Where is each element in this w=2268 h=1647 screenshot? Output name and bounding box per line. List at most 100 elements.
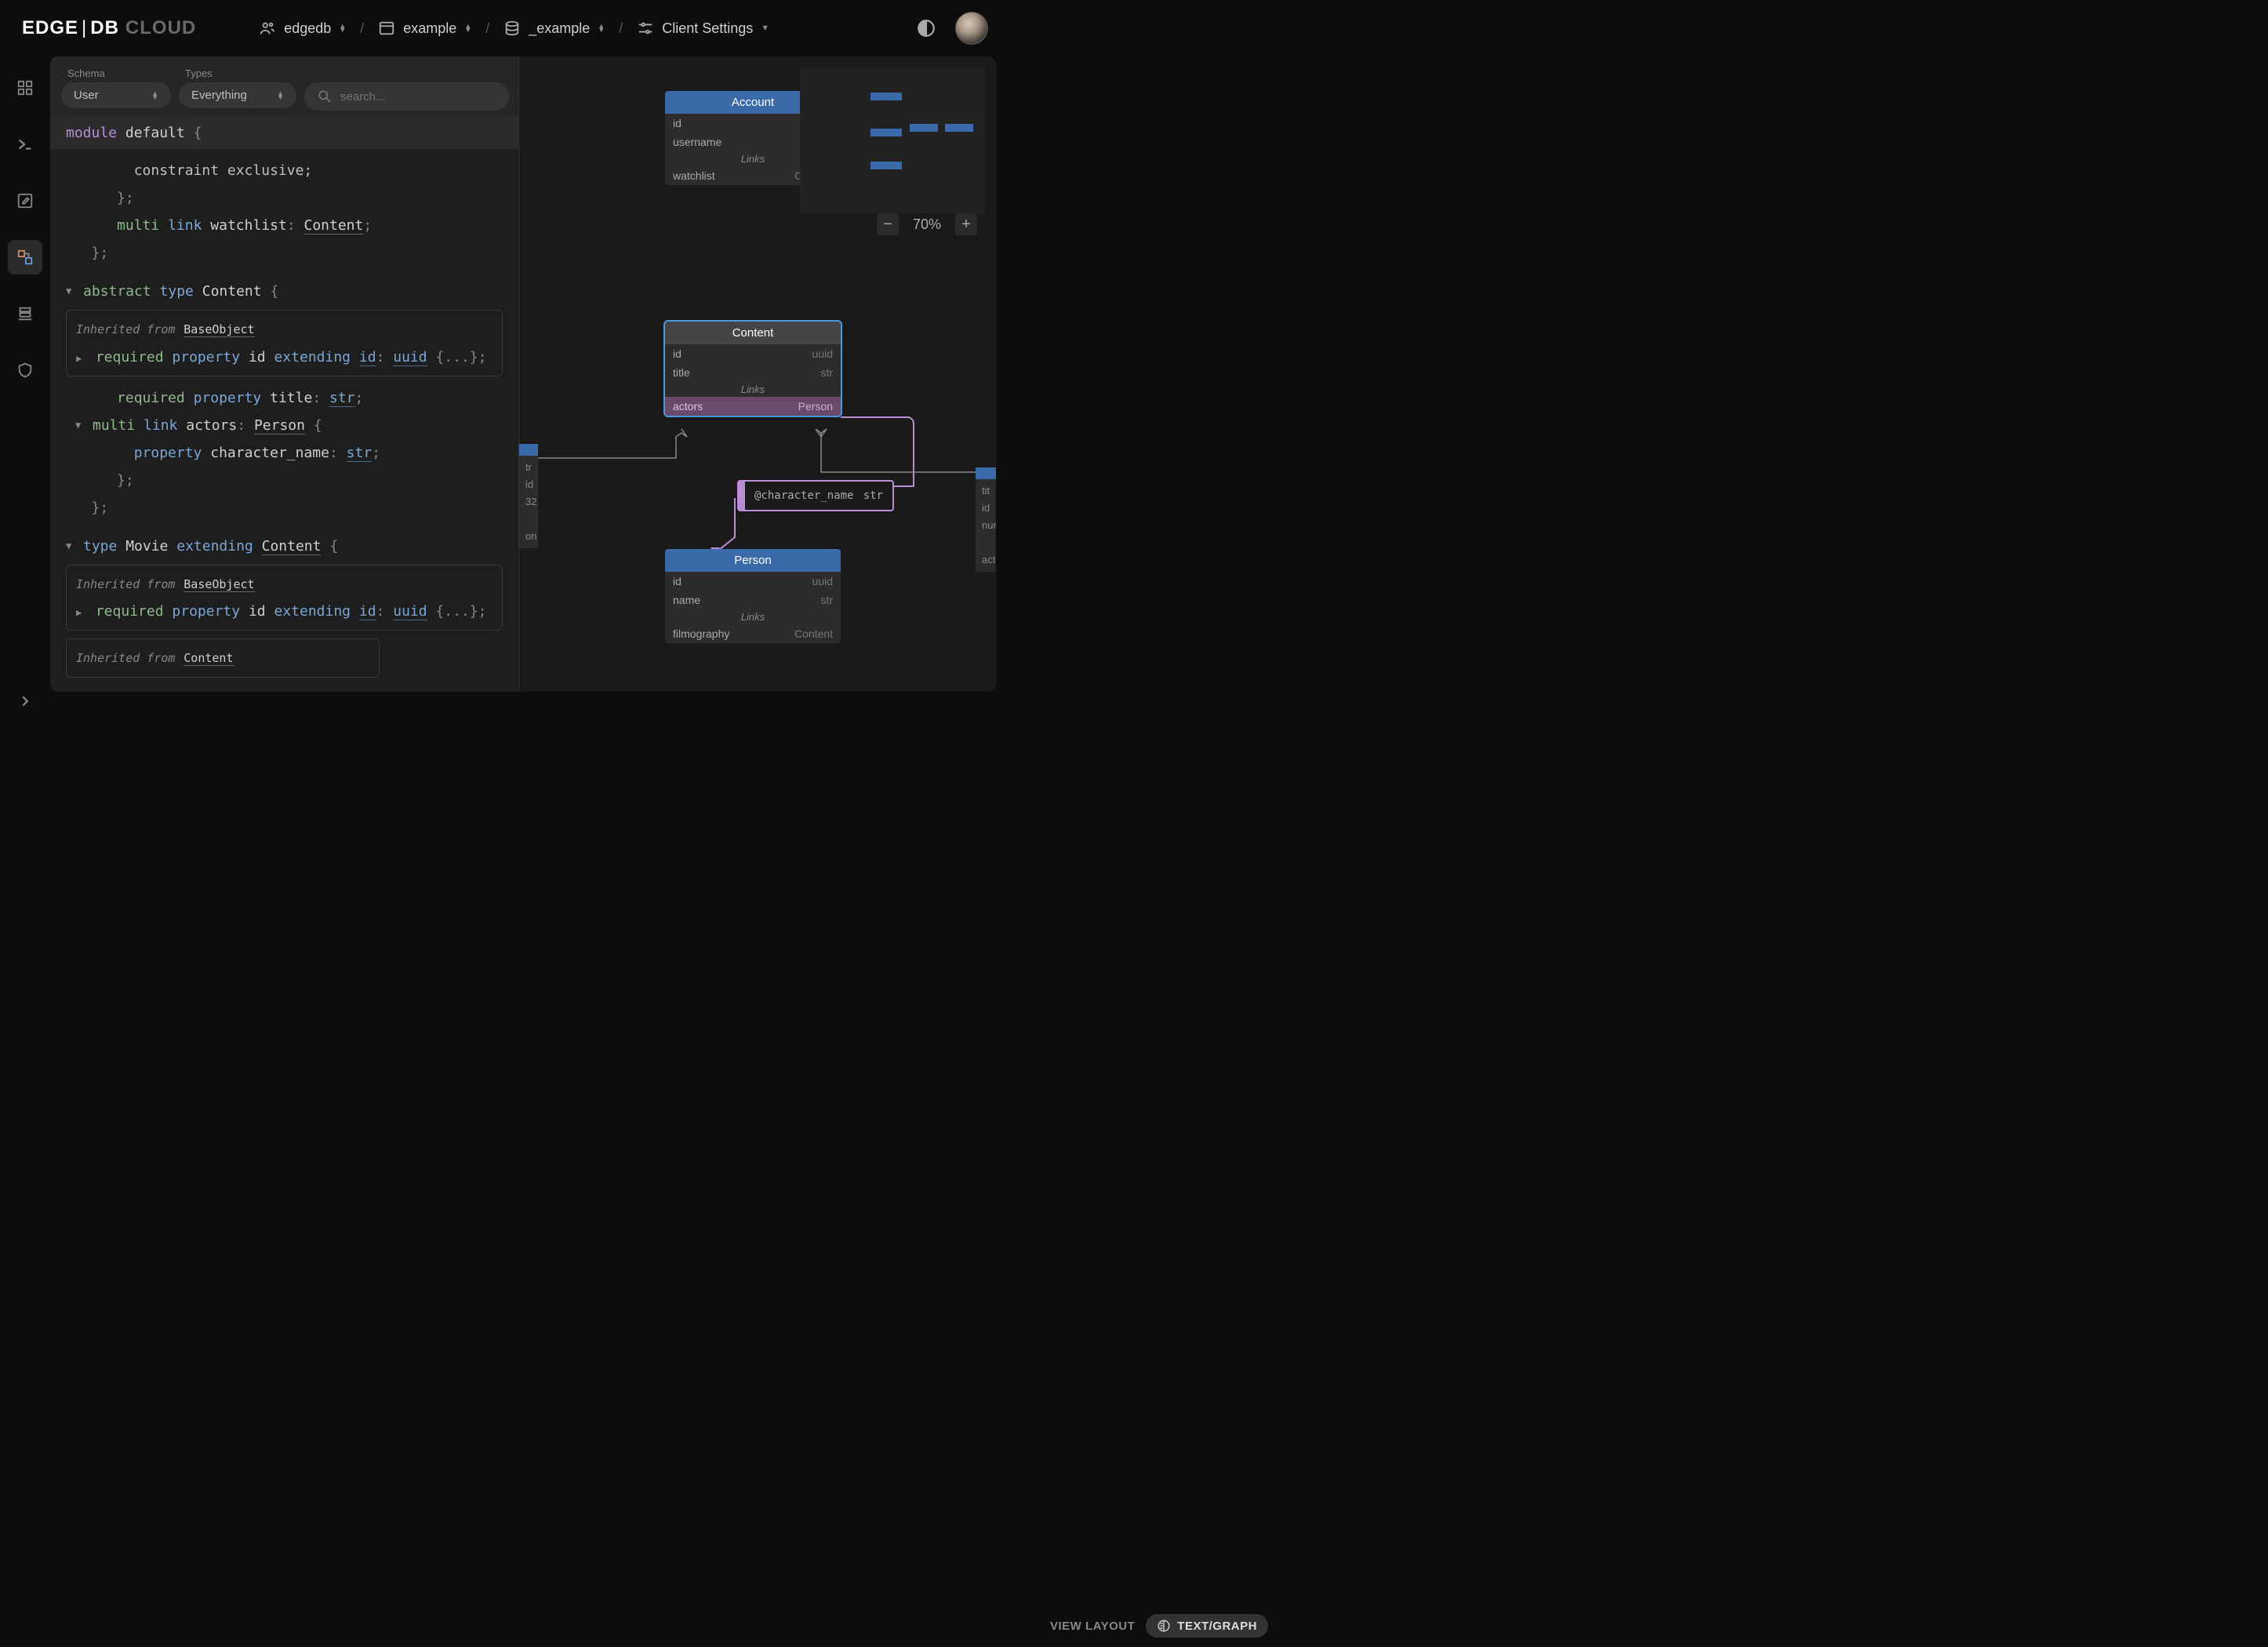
database-icon bbox=[503, 20, 521, 37]
inherited-box: Inherited from Content bbox=[66, 638, 380, 677]
minimap[interactable] bbox=[800, 67, 985, 213]
partial-node-left: trid32 on bbox=[519, 444, 538, 548]
brace-open: { bbox=[194, 125, 202, 141]
breadcrumb-org[interactable]: edgedb ▲▼ bbox=[259, 20, 346, 37]
inherited-from-label: Inherited from bbox=[76, 322, 175, 336]
chevron-down-icon: ▼ bbox=[66, 537, 77, 555]
node-links-header: Links bbox=[665, 382, 841, 397]
movie-type-toggle[interactable]: ▼ type Movie extending Content { bbox=[50, 533, 518, 560]
chevron-down-icon: ▼ bbox=[66, 282, 77, 300]
link-property-node[interactable]: @character_name str bbox=[737, 480, 894, 511]
sidebar-layers[interactable] bbox=[8, 296, 42, 331]
code-line: }; bbox=[50, 239, 518, 267]
breadcrumb-separator: / bbox=[485, 20, 489, 37]
types-filter-group: Types Everything ▲▼ bbox=[179, 67, 296, 111]
types-filter-value: Everything bbox=[191, 89, 247, 102]
actors-link-toggle[interactable]: ▼ multi link actors: Person { bbox=[50, 412, 518, 439]
grid-icon bbox=[16, 79, 34, 96]
view-layout-toggle[interactable]: TEXT/GRAPH bbox=[1146, 1614, 1268, 1638]
chevron-right-icon: ▶ bbox=[76, 604, 87, 622]
breadcrumb-settings-label: Client Settings bbox=[662, 20, 753, 37]
schema-filter-select[interactable]: User ▲▼ bbox=[61, 82, 171, 108]
zoom-out-button[interactable]: − bbox=[877, 213, 899, 235]
base-object-link[interactable]: BaseObject bbox=[184, 322, 254, 337]
logo-cloud: CLOUD bbox=[125, 17, 196, 39]
node-person[interactable]: Person iduuid namestr Links filmographyC… bbox=[665, 549, 841, 643]
types-filter-select[interactable]: Everything ▲▼ bbox=[179, 82, 296, 108]
org-icon bbox=[259, 20, 276, 37]
inherited-prop-row[interactable]: ▶ required property id extending id: uui… bbox=[76, 344, 492, 371]
search-input[interactable] bbox=[340, 90, 496, 104]
user-avatar[interactable] bbox=[955, 12, 988, 45]
node-link-row: filmographyContent bbox=[665, 624, 841, 643]
content-type-toggle[interactable]: ▼ abstract type Content { bbox=[50, 278, 518, 305]
sidebar-dashboard[interactable] bbox=[8, 71, 42, 105]
node-link-row-actors[interactable]: actorsPerson bbox=[665, 397, 841, 416]
sidebar-expand[interactable] bbox=[8, 684, 42, 718]
breadcrumb-separator: / bbox=[360, 20, 364, 37]
header-right bbox=[916, 12, 988, 45]
content-area: Schema User ▲▼ Types Everything ▲▼ bbox=[50, 56, 996, 692]
search-box[interactable] bbox=[304, 82, 509, 111]
theme-toggle-icon[interactable] bbox=[916, 18, 936, 38]
sidebar-schema[interactable] bbox=[8, 240, 42, 274]
node-prop-row: namestr bbox=[665, 591, 841, 609]
chevron-up-down-icon: ▲▼ bbox=[277, 92, 284, 100]
chevron-down-icon: ▼ bbox=[761, 24, 769, 33]
module-name: default bbox=[125, 125, 185, 141]
schema-filter-label: Schema bbox=[61, 67, 171, 79]
logo: EDGE | DB CLOUD bbox=[22, 17, 196, 39]
content-type-block: ▼ abstract type Content { Inherited from… bbox=[50, 278, 518, 522]
base-object-link[interactable]: BaseObject bbox=[184, 577, 254, 592]
node-content[interactable]: Content iduuid titlestr Links actorsPers… bbox=[665, 322, 841, 416]
code-line: }; bbox=[50, 184, 518, 212]
edit-icon bbox=[16, 192, 34, 209]
breadcrumb-settings[interactable]: Client Settings ▼ bbox=[637, 20, 769, 37]
code-line: property character_name: str; bbox=[50, 439, 518, 467]
graph-panel[interactable]: trid32 on titidnum act Account iduuid us… bbox=[519, 56, 996, 692]
code-body[interactable]: constraint exclusive; }; multi link watc… bbox=[50, 149, 518, 692]
node-title: Content bbox=[665, 322, 841, 344]
app-header: EDGE | DB CLOUD edgedb ▲▼ / example ▲▼ /… bbox=[0, 0, 1010, 56]
schema-filter-group: Schema User ▲▼ bbox=[61, 67, 171, 111]
linkprop-type: str bbox=[863, 489, 883, 502]
chevron-up-down-icon: ▲▼ bbox=[151, 92, 158, 100]
content-link[interactable]: Content bbox=[184, 651, 233, 666]
types-filter-label: Types bbox=[179, 67, 296, 79]
breadcrumb-instance[interactable]: _example ▲▼ bbox=[503, 20, 605, 37]
chevron-up-down-icon: ▲▼ bbox=[464, 24, 471, 32]
breadcrumb-instance-label: _example bbox=[529, 20, 590, 37]
code-line: }; bbox=[50, 467, 518, 494]
inherited-from-label: Inherited from bbox=[76, 651, 175, 665]
code-line: required property title: str; bbox=[50, 384, 518, 412]
node-prop-row: titlestr bbox=[665, 363, 841, 382]
window-icon bbox=[378, 20, 395, 37]
breadcrumb-project-label: example bbox=[403, 20, 456, 37]
kw-module: module bbox=[66, 125, 117, 141]
chevron-right-icon bbox=[16, 693, 34, 710]
module-header: module default { bbox=[50, 117, 518, 149]
sliders-icon bbox=[637, 20, 654, 37]
sidebar-security[interactable] bbox=[8, 353, 42, 387]
view-layout-bar: VIEW LAYOUT TEXT/GRAPH bbox=[50, 1605, 2268, 1647]
sidebar bbox=[0, 56, 50, 734]
inherited-box: Inherited from BaseObject ▶ required pro… bbox=[66, 565, 503, 631]
zoom-in-button[interactable]: + bbox=[955, 213, 977, 235]
inherited-prop-row[interactable]: ▶ required property id extending id: uui… bbox=[76, 598, 492, 625]
schema-icon bbox=[16, 249, 34, 266]
layers-icon bbox=[16, 305, 34, 322]
code-line: }; bbox=[50, 494, 518, 522]
breadcrumbs: edgedb ▲▼ / example ▲▼ / _example ▲▼ / C… bbox=[259, 20, 769, 37]
linkprop-name: @character_name bbox=[754, 489, 853, 502]
terminal-icon bbox=[16, 136, 34, 153]
logo-separator: | bbox=[82, 17, 87, 39]
code-line: multi link watchlist: Content; bbox=[50, 212, 518, 239]
schema-filter-value: User bbox=[74, 89, 99, 102]
breadcrumb-project[interactable]: example ▲▼ bbox=[378, 20, 471, 37]
chevron-right-icon: ▶ bbox=[76, 350, 87, 368]
sidebar-terminal[interactable] bbox=[8, 127, 42, 162]
sidebar-editor[interactable] bbox=[8, 184, 42, 218]
partial-node-right: titidnum act bbox=[976, 467, 996, 572]
filter-bar: Schema User ▲▼ Types Everything ▲▼ bbox=[50, 56, 518, 117]
search-icon bbox=[317, 89, 333, 104]
